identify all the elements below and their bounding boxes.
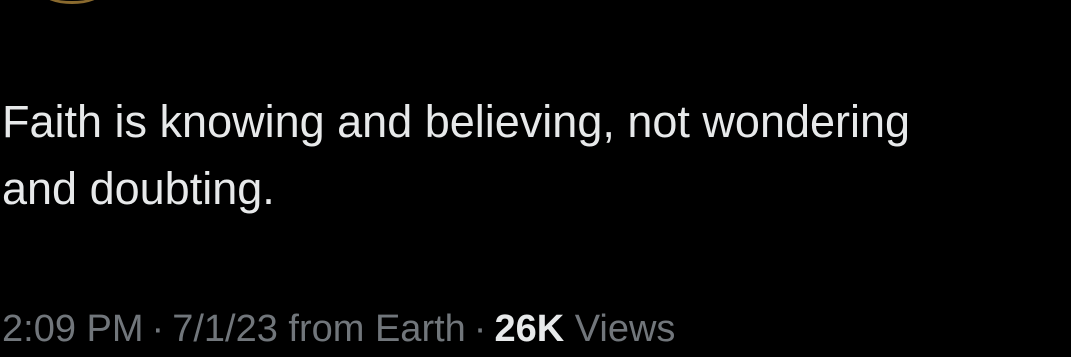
tweet-time[interactable]: 2:09 PM	[2, 308, 144, 350]
avatar[interactable]	[42, 0, 102, 4]
tweet-text-line: and doubting.	[2, 163, 275, 214]
separator: ·	[151, 308, 165, 350]
tweet-text-line: Faith is knowing and believing, not wond…	[2, 96, 911, 147]
views-label[interactable]: Views	[575, 308, 676, 350]
tweet-metadata: 2:09 PM · 7/1/23 from Earth · 26K Views	[2, 305, 675, 353]
views-count[interactable]: 26K	[494, 308, 564, 350]
tweet-source: from Earth	[288, 308, 466, 350]
tweet-date[interactable]: 7/1/23	[172, 308, 278, 350]
tweet-text: Faith is knowing and believing, not wond…	[2, 88, 1071, 222]
separator: ·	[473, 308, 487, 350]
